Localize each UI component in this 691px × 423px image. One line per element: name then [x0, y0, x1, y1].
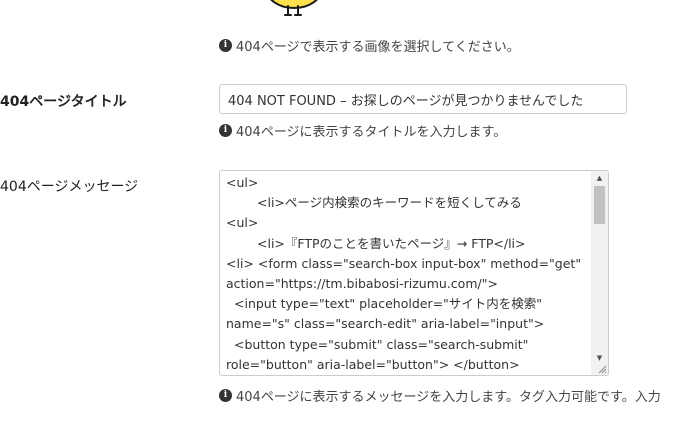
- message-line: action="https://tm.bibabosi-rizumu.com/"…: [226, 276, 498, 292]
- title-field-label: 404ページタイトル: [0, 94, 127, 110]
- message-line: <input type="text" placeholder="サイト内を検索": [234, 296, 543, 312]
- info-icon: i: [219, 124, 232, 137]
- info-icon: i: [219, 39, 232, 52]
- scroll-up-arrow-icon[interactable]: ▲: [591, 171, 608, 185]
- message-field-label: 404ページメッセージ: [0, 179, 139, 195]
- message-line: role="button" aria-label="button"> </but…: [226, 356, 520, 372]
- mascot-image: [270, 0, 318, 16]
- image-help-label: 404ページで表示する画像を選択してください。: [236, 40, 520, 55]
- scroll-down-arrow-icon[interactable]: ▼: [591, 351, 608, 365]
- title-help-label: 404ページに表示するタイトルを入力します。: [236, 125, 507, 140]
- scrollbar-thumb[interactable]: [594, 186, 605, 224]
- info-icon: i: [219, 389, 232, 402]
- message-help-label: 404ページに表示するメッセージを入力します。タグ入力可能です。入力: [236, 390, 661, 405]
- image-help-text: i 404ページで表示する画像を選択してください。: [219, 36, 520, 55]
- message-line: <ul>: [226, 215, 259, 231]
- message-line: <button type="submit" class="search-subm…: [234, 336, 529, 352]
- title-input[interactable]: [219, 84, 627, 114]
- message-line: <li> <form class="search-box input-box" …: [226, 255, 582, 271]
- message-line: <li>ページ内検索のキーワードを短くしてみる: [257, 195, 522, 211]
- message-line: <ul>: [226, 175, 259, 190]
- message-help-text: i 404ページに表示するメッセージを入力します。タグ入力可能です。入力: [219, 386, 661, 405]
- message-textarea[interactable]: <ul> <li>ページ内検索のキーワードを短くしてみる <ul> <li>『F…: [219, 170, 609, 376]
- message-line: <li>『FTPのことを書いたページ』→ FTP</li>: [257, 235, 526, 251]
- textarea-scrollbar[interactable]: ▲ ▼: [591, 171, 608, 375]
- message-textarea-content[interactable]: <ul> <li>ページ内検索のキーワードを短くしてみる <ul> <li>『F…: [226, 173, 588, 375]
- resize-handle-icon[interactable]: [597, 364, 607, 374]
- message-line: name="s" class="search-edit" aria-label=…: [226, 316, 545, 332]
- title-help-text: i 404ページに表示するタイトルを入力します。: [219, 121, 506, 140]
